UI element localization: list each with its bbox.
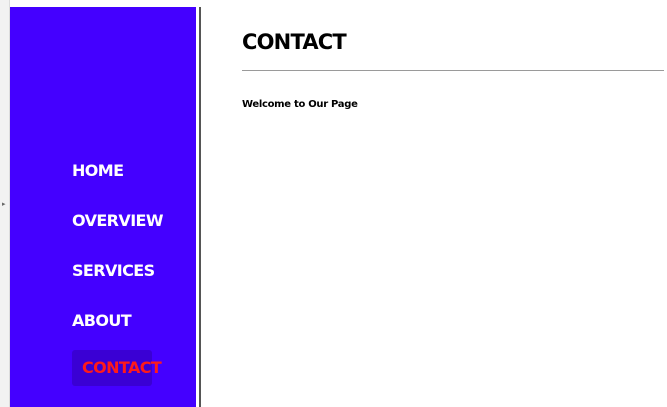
sidebar-item-about[interactable]: ABOUT — [62, 303, 141, 339]
sidebar-item-overview[interactable]: OVERVIEW — [62, 203, 173, 239]
app-window: ▸ HOME OVERVIEW SERVICES ABOUT CONTACT C… — [0, 0, 667, 407]
title-divider — [242, 70, 664, 71]
sidebar-item-contact[interactable]: CONTACT — [72, 350, 162, 386]
chevron-right-icon[interactable]: ▸ — [2, 201, 6, 208]
sidebar-divider-line — [199, 7, 201, 407]
sidebar-item-services[interactable]: SERVICES — [62, 253, 165, 289]
collapsed-panel-strip[interactable]: ▸ — [0, 0, 10, 407]
page-title: CONTACT — [242, 30, 347, 54]
sidebar-item-home[interactable]: HOME — [62, 153, 133, 189]
welcome-text: Welcome to Our Page — [242, 99, 358, 110]
